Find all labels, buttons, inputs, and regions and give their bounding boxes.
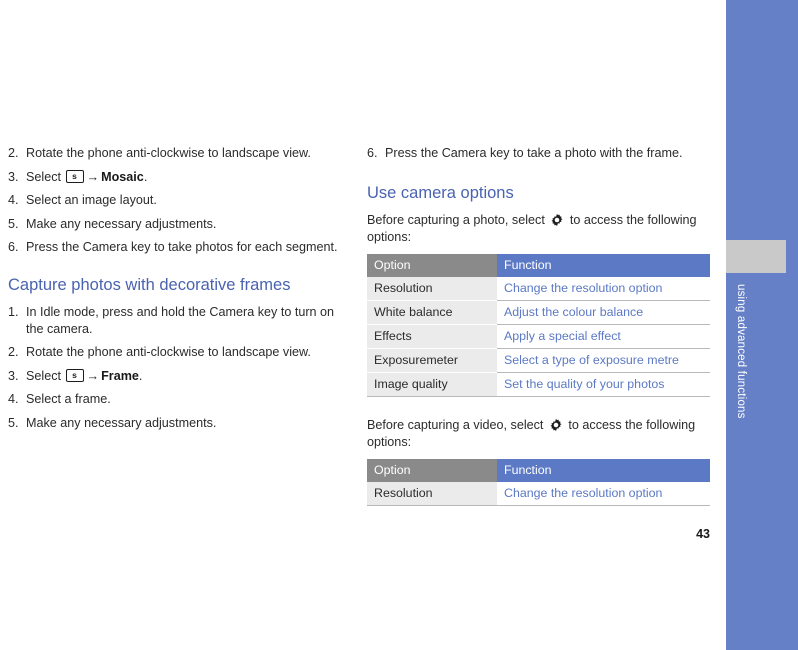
manual-page: using advanced functions 43 2. Rotate th… xyxy=(0,0,798,650)
steps-list-frames: 1. In Idle mode, press and hold the Came… xyxy=(8,304,353,431)
list-item: 3. Select s → Frame. xyxy=(8,368,353,385)
list-item: 4. Select a frame. xyxy=(8,391,353,408)
step-text-suffix: . xyxy=(138,368,143,383)
photo-options-intro-before: Before capturing a photo, select xyxy=(367,213,549,228)
step-text: Press the Camera key to take a photo wit… xyxy=(385,146,683,160)
camera-photo-options-table: Option Function Resolution Change the re… xyxy=(367,254,710,398)
step-number: 2. xyxy=(8,345,19,360)
page-heading-decorative-frames: Capture photos with decorative frames xyxy=(8,275,291,294)
softkey-s-icon-letter: s xyxy=(72,170,77,181)
step-text: Select an image layout. xyxy=(26,193,157,207)
softkey-s-icon-letter: s xyxy=(72,369,77,380)
step-number: 1. xyxy=(8,305,19,320)
step-text-prefix: Select xyxy=(26,169,65,184)
cell-option: White balance xyxy=(367,300,497,326)
sidebar-chapter-label-text: using advanced functions xyxy=(735,284,747,419)
cell-option: Resolution xyxy=(367,277,497,302)
cell-option: Exposuremeter xyxy=(367,348,497,374)
steps-list-frames-continued: 6. Press the Camera key to take a photo … xyxy=(367,145,712,162)
cell-option: Image quality xyxy=(367,372,497,398)
table-row: Exposuremeter Select a type of exposure … xyxy=(367,348,710,374)
list-item: 2. Rotate the phone anti-clockwise to la… xyxy=(8,344,353,361)
table-header-row: Option Function xyxy=(367,459,710,483)
cell-function: Apply a special effect xyxy=(497,324,710,350)
step-text: Rotate the phone anti-clockwise to lands… xyxy=(26,345,311,360)
step-number: 4. xyxy=(8,392,19,407)
cell-function: Adjust the colour balance xyxy=(497,300,710,326)
step-number: 5. xyxy=(8,415,19,430)
steps-list-mosaic: 2. Rotate the phone anti-clockwise to la… xyxy=(8,145,353,256)
table-row: Resolution Change the resolution option xyxy=(367,482,710,507)
arrow-right-icon: → xyxy=(86,169,100,184)
softkey-s-icon: s xyxy=(65,169,84,183)
cell-function: Select a type of exposure metre xyxy=(497,348,710,374)
cell-option: Resolution xyxy=(367,482,497,507)
cell-function: Change the resolution option xyxy=(497,277,710,302)
page-number: 43 xyxy=(696,527,710,541)
right-column: 6. Press the Camera key to take a photo … xyxy=(367,145,712,507)
step-text: Make any necessary adjustments. xyxy=(26,415,217,430)
softkey-s-icon: s xyxy=(65,368,84,382)
list-item: 4. Select an image layout. xyxy=(8,192,353,209)
table-row: Resolution Change the resolution option xyxy=(367,277,710,302)
camera-video-options-table: Option Function Resolution Change the re… xyxy=(367,459,710,507)
list-item: 3. Select s → Mosaic. xyxy=(8,169,353,186)
step-number: 3. xyxy=(8,368,19,383)
video-options-intro-before: Before capturing a video, select xyxy=(367,418,547,433)
step-number: 6. xyxy=(8,240,19,254)
step-number: 3. xyxy=(8,169,19,184)
step-text: In Idle mode, press and hold the Camera … xyxy=(26,305,335,336)
step-text: Select s → Mosaic. xyxy=(26,169,148,184)
list-item: 6. Press the Camera key to take a photo … xyxy=(367,145,712,162)
table-header-row: Option Function xyxy=(367,254,710,278)
step-number: 5. xyxy=(8,216,19,231)
cell-option: Effects xyxy=(367,324,497,350)
video-options-intro: Before capturing a video, select to acce… xyxy=(367,417,712,450)
gear-icon xyxy=(549,418,563,432)
table-row: Effects Apply a special effect xyxy=(367,324,710,350)
list-item: 2. Rotate the phone anti-clockwise to la… xyxy=(8,145,353,162)
step-text: Rotate the phone anti-clockwise to lands… xyxy=(26,146,311,160)
step-number: 6. xyxy=(367,146,378,160)
step-text: Make any necessary adjustments. xyxy=(26,216,217,231)
column-header-function: Function xyxy=(497,254,710,278)
list-item: 5. Make any necessary adjustments. xyxy=(8,216,353,233)
photo-options-intro: Before capturing a photo, select to acce… xyxy=(367,212,712,245)
step-number: 4. xyxy=(8,193,19,207)
list-item: 1. In Idle mode, press and hold the Came… xyxy=(8,304,353,337)
list-item: 5. Make any necessary adjustments. xyxy=(8,415,353,432)
column-header-function: Function xyxy=(497,459,710,483)
arrow-right-icon: → xyxy=(86,368,100,383)
step-text: Press the Camera key to take photos for … xyxy=(26,240,338,254)
step-text: Select a frame. xyxy=(26,392,111,407)
gear-icon xyxy=(550,213,564,227)
sidebar-chapter-tab xyxy=(726,240,786,273)
table-row: Image quality Set the quality of your ph… xyxy=(367,372,710,398)
table-row: White balance Adjust the colour balance xyxy=(367,300,710,326)
column-header-option: Option xyxy=(367,459,497,483)
cell-function: Set the quality of your photos xyxy=(497,372,710,398)
column-header-option: Option xyxy=(367,254,497,278)
cell-function: Change the resolution option xyxy=(497,482,710,507)
step-text-bold: Frame xyxy=(101,368,139,383)
step-text: Select s → Frame. xyxy=(26,368,143,383)
sidebar-chapter-label: using advanced functions xyxy=(726,284,798,584)
page-heading-camera-options: Use camera options xyxy=(367,183,514,202)
step-number: 2. xyxy=(8,146,19,160)
left-column: 2. Rotate the phone anti-clockwise to la… xyxy=(8,145,353,438)
step-text-suffix: . xyxy=(143,169,148,184)
list-item: 6. Press the Camera key to take photos f… xyxy=(8,239,353,256)
step-text-bold: Mosaic xyxy=(101,169,144,184)
step-text-prefix: Select xyxy=(26,368,65,383)
